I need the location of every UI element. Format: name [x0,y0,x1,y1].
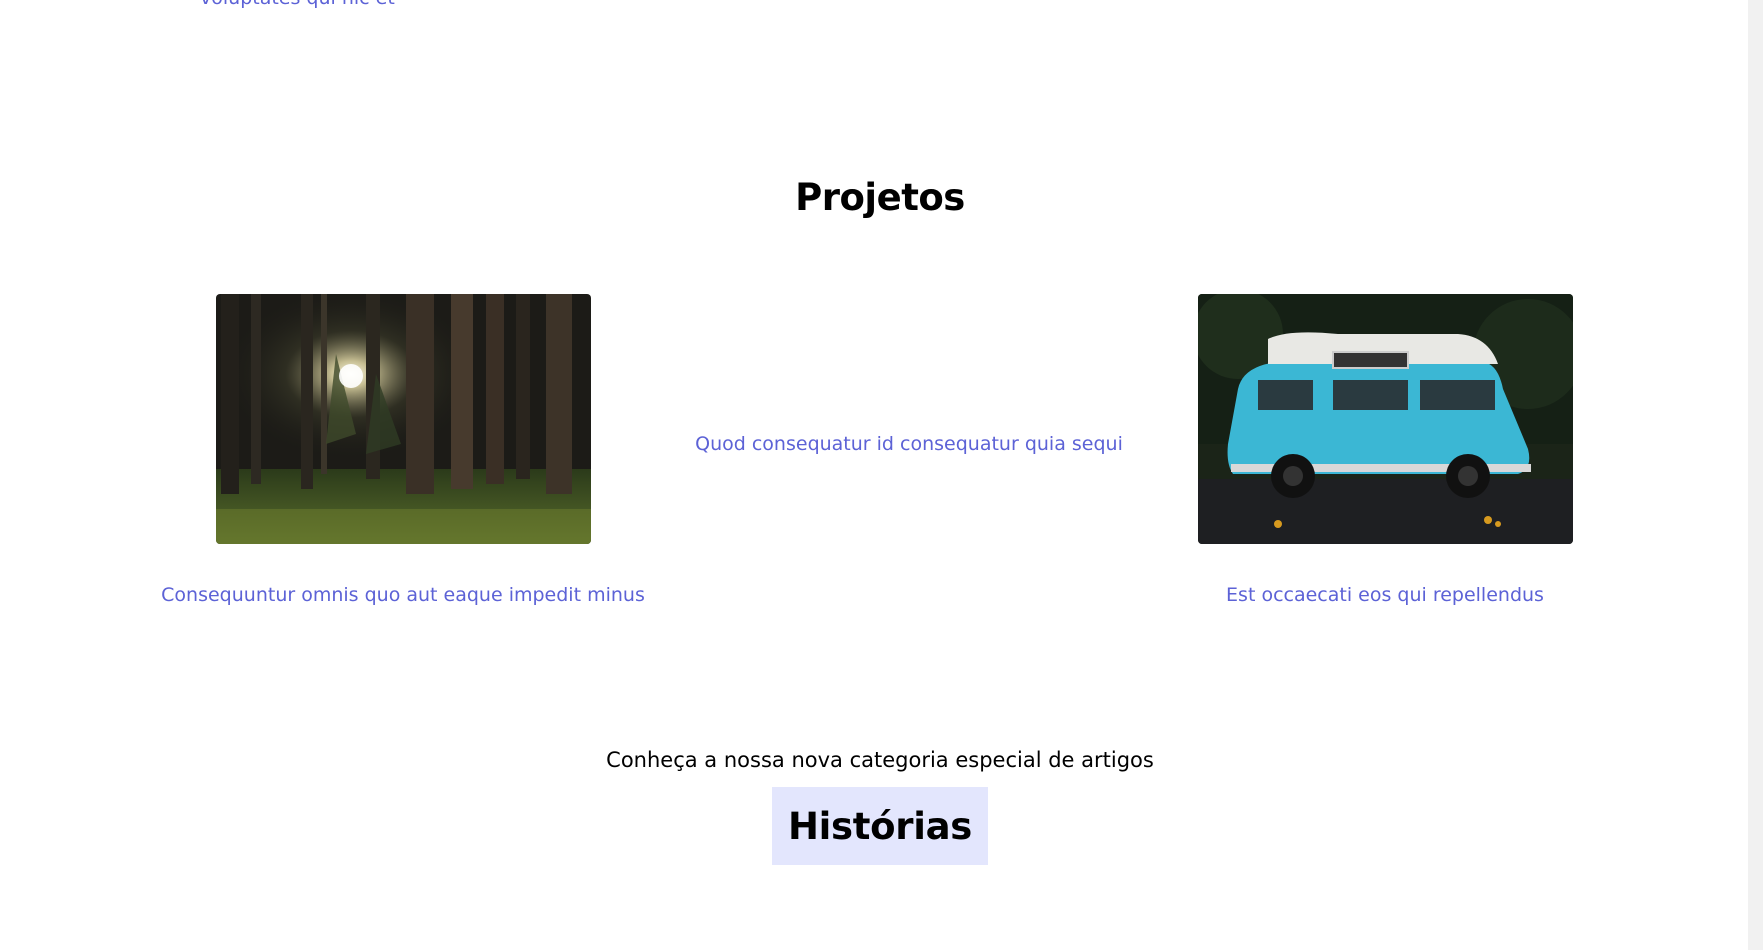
stories-badge[interactable]: Histórias [772,787,988,865]
project-forest-image[interactable] [216,294,591,544]
project-caption-right[interactable]: Est occaecati eos qui repellendus [1135,584,1635,606]
van-photo [1198,294,1573,544]
forest-photo [216,294,591,544]
project-van-image[interactable] [1198,294,1573,544]
project-caption-left[interactable]: Consequuntur omnis quo aut eaque impedit… [153,584,653,606]
project-caption-middle[interactable]: Quod consequatur id consequatur quia seq… [659,433,1159,455]
previous-article-link[interactable]: voluptates qui nic et [200,0,395,9]
page-scrollbar[interactable] [1748,0,1763,950]
special-category: Histórias [0,787,1760,865]
special-category-lead: Conheça a nossa nova categoria especial … [606,748,1154,772]
projects-title: Projetos [795,176,965,219]
page: voluptates qui nic et Projetos [0,0,1748,950]
